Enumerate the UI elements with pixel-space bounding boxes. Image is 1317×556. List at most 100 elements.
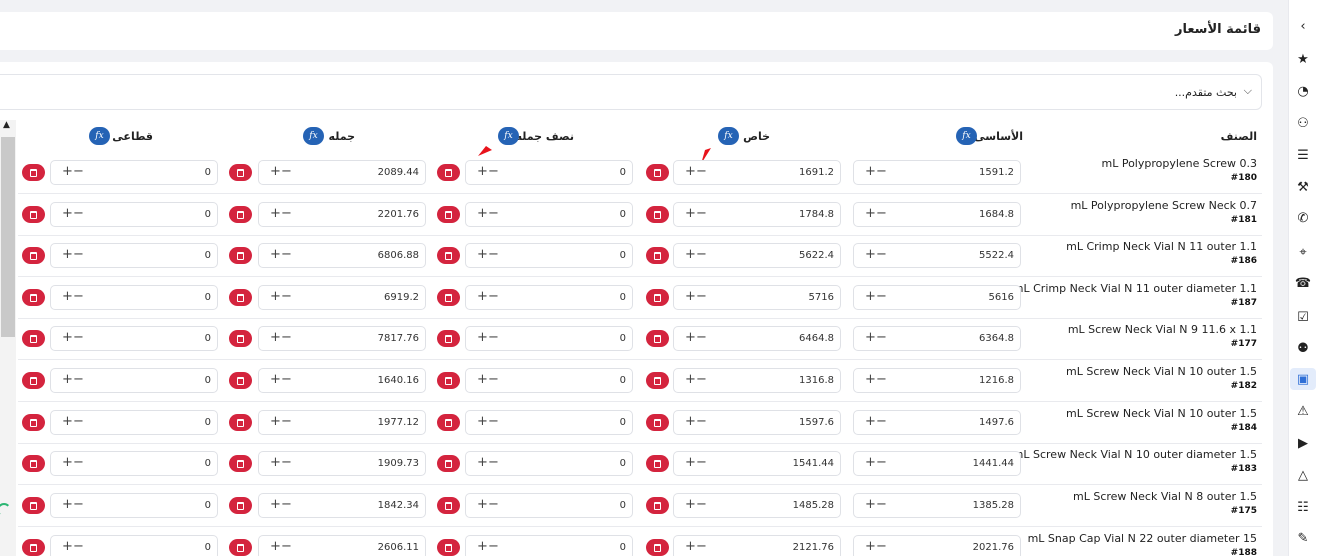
price-value[interactable]: 5616: [989, 292, 1014, 303]
users-icon[interactable]: ⚇: [1294, 114, 1312, 132]
increment-icon[interactable]: +: [865, 372, 876, 387]
price-value[interactable]: 2606.11: [378, 542, 419, 553]
terrain-icon[interactable]: △: [1294, 466, 1312, 484]
delete-price-button[interactable]: [437, 206, 460, 223]
price-value[interactable]: 2089.44: [378, 167, 419, 178]
price-value[interactable]: 0: [620, 250, 626, 261]
increment-icon[interactable]: +: [477, 330, 488, 345]
video-icon[interactable]: ▶: [1294, 434, 1312, 452]
report-icon[interactable]: ☷: [1294, 498, 1312, 516]
price-value[interactable]: 5622.4: [799, 250, 834, 261]
price-value[interactable]: 1316.8: [799, 375, 834, 386]
decrement-icon[interactable]: −: [696, 455, 707, 470]
delete-price-button[interactable]: [437, 289, 460, 306]
increment-icon[interactable]: +: [270, 289, 281, 304]
delete-price-button[interactable]: [22, 247, 45, 264]
special-price-field[interactable]: 1316.8 + −: [673, 368, 841, 393]
decrement-icon[interactable]: −: [488, 539, 499, 554]
price-value[interactable]: 6464.8: [799, 333, 834, 344]
delete-price-button[interactable]: [22, 206, 45, 223]
fx-formula-half-wholesale-button[interactable]: fx: [498, 127, 519, 145]
delete-price-button[interactable]: [437, 497, 460, 514]
delete-price-button[interactable]: [437, 414, 460, 431]
decrement-icon[interactable]: −: [488, 206, 499, 221]
increment-icon[interactable]: +: [477, 247, 488, 262]
decrement-icon[interactable]: −: [876, 372, 887, 387]
base-price-field[interactable]: 5522.4 + −: [853, 243, 1021, 268]
phone-icon[interactable]: ✆: [1294, 209, 1312, 227]
increment-icon[interactable]: +: [865, 414, 876, 429]
price-value[interactable]: 7817.76: [378, 333, 419, 344]
price-value[interactable]: 0: [620, 209, 626, 220]
price-value[interactable]: 1909.73: [378, 458, 419, 469]
special-price-field[interactable]: 1597.6 + −: [673, 410, 841, 435]
price-value[interactable]: 2201.76: [378, 209, 419, 220]
increment-icon[interactable]: +: [477, 372, 488, 387]
increment-icon[interactable]: +: [62, 164, 73, 179]
delete-price-button[interactable]: [646, 164, 669, 181]
half-wholesale-price-field[interactable]: 0 + −: [465, 410, 633, 435]
scroll-thumb[interactable]: [1, 137, 15, 337]
telephone-icon[interactable]: ☎: [1294, 274, 1312, 292]
decrement-icon[interactable]: −: [488, 247, 499, 262]
delete-price-button[interactable]: [646, 206, 669, 223]
delete-price-button[interactable]: [437, 455, 460, 472]
delete-price-button[interactable]: [229, 164, 252, 181]
price-value[interactable]: 1784.8: [799, 209, 834, 220]
chevron-left-icon[interactable]: ‹: [1294, 17, 1312, 35]
delete-price-button[interactable]: [229, 289, 252, 306]
sectors-price-field[interactable]: 0 + −: [50, 326, 218, 351]
price-value[interactable]: 0: [620, 333, 626, 344]
half-wholesale-price-field[interactable]: 0 + −: [465, 451, 633, 476]
dashboard-gauge-icon[interactable]: ◔: [1294, 82, 1312, 100]
increment-icon[interactable]: +: [477, 497, 488, 512]
special-price-field[interactable]: 1485.28 + −: [673, 493, 841, 518]
special-price-field[interactable]: 6464.8 + −: [673, 326, 841, 351]
increment-icon[interactable]: +: [62, 247, 73, 262]
delete-price-button[interactable]: [646, 497, 669, 514]
increment-icon[interactable]: +: [62, 330, 73, 345]
price-value[interactable]: 1497.6: [979, 417, 1014, 428]
increment-icon[interactable]: +: [685, 206, 696, 221]
delete-price-button[interactable]: [646, 289, 669, 306]
wholesale-price-field[interactable]: 1842.34 + −: [258, 493, 426, 518]
increment-icon[interactable]: +: [865, 497, 876, 512]
sectors-price-field[interactable]: 0 + −: [50, 243, 218, 268]
pen-icon[interactable]: ✎: [1294, 529, 1312, 547]
increment-icon[interactable]: +: [270, 330, 281, 345]
decrement-icon[interactable]: −: [281, 206, 292, 221]
scroll-up-arrow-icon[interactable]: ▲: [3, 120, 10, 130]
delete-price-button[interactable]: [229, 372, 252, 389]
price-value[interactable]: 1441.44: [973, 458, 1014, 469]
wholesale-price-field[interactable]: 2606.11 + −: [258, 535, 426, 556]
special-price-field[interactable]: 2121.76 + −: [673, 535, 841, 556]
delete-price-button[interactable]: [22, 539, 45, 556]
special-price-field[interactable]: 5622.4 + −: [673, 243, 841, 268]
delete-price-button[interactable]: [646, 539, 669, 556]
price-value[interactable]: 1842.34: [378, 500, 419, 511]
decrement-icon[interactable]: −: [696, 414, 707, 429]
decrement-icon[interactable]: −: [488, 330, 499, 345]
decrement-icon[interactable]: −: [876, 247, 887, 262]
base-price-field[interactable]: 6364.8 + −: [853, 326, 1021, 351]
increment-icon[interactable]: +: [685, 289, 696, 304]
price-value[interactable]: 0: [205, 417, 211, 428]
decrement-icon[interactable]: −: [696, 372, 707, 387]
sectors-price-field[interactable]: 0 + −: [50, 451, 218, 476]
base-price-field[interactable]: 1441.44 + −: [853, 451, 1021, 476]
sectors-price-field[interactable]: 0 + −: [50, 285, 218, 310]
price-value[interactable]: 1216.8: [979, 375, 1014, 386]
increment-icon[interactable]: +: [62, 414, 73, 429]
fx-formula-special-button[interactable]: fx: [718, 127, 739, 145]
base-price-field[interactable]: 2021.76 + −: [853, 535, 1021, 556]
decrement-icon[interactable]: −: [876, 497, 887, 512]
decrement-icon[interactable]: −: [696, 497, 707, 512]
wholesale-price-field[interactable]: 1640.16 + −: [258, 368, 426, 393]
fx-formula-base-button[interactable]: fx: [956, 127, 977, 145]
sectors-price-field[interactable]: 0 + −: [50, 368, 218, 393]
decrement-icon[interactable]: −: [281, 289, 292, 304]
increment-icon[interactable]: +: [685, 372, 696, 387]
wholesale-price-field[interactable]: 1909.73 + −: [258, 451, 426, 476]
decrement-icon[interactable]: −: [73, 289, 84, 304]
increment-icon[interactable]: +: [270, 539, 281, 554]
